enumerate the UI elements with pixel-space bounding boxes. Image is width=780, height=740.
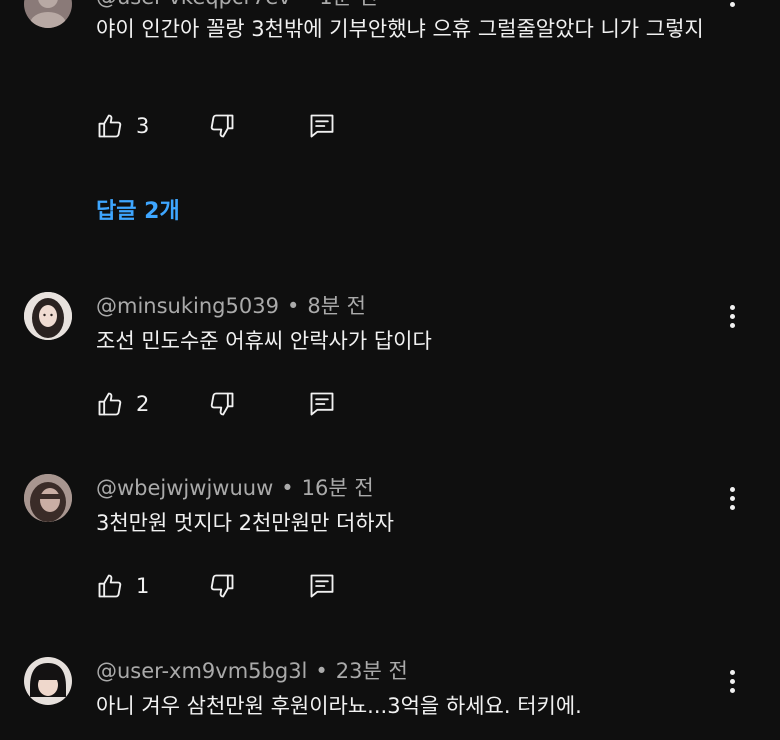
- thumbs-down-icon: [210, 114, 234, 138]
- more-vertical-icon[interactable]: [720, 303, 744, 333]
- thumbs-down-icon: [210, 392, 234, 416]
- reply-button[interactable]: [308, 111, 336, 141]
- thumbs-down-icon: [210, 574, 234, 598]
- author-name[interactable]: @minsuking5039: [96, 294, 279, 318]
- comment-meta: @user-xm9vm5bg3l • 23분 전: [96, 658, 408, 684]
- comment-time[interactable]: 8분 전: [307, 294, 366, 318]
- like-button[interactable]: 2: [96, 389, 149, 419]
- separator-dot: •: [299, 0, 311, 9]
- comment-actions: 3: [96, 111, 356, 141]
- author-name[interactable]: @user-vkeqpcr7ev: [96, 0, 291, 9]
- reply-button[interactable]: [308, 389, 336, 419]
- reply-button[interactable]: [308, 571, 336, 601]
- like-count: 3: [136, 114, 150, 138]
- comment-text: 3천만원 멋지다 2천만원만 더하자: [96, 511, 394, 535]
- comment-text: 조선 민도수준 어휴씨 안락사가 답이다: [96, 329, 432, 353]
- comment-time[interactable]: 1분 전: [319, 0, 378, 9]
- dislike-button[interactable]: [208, 571, 236, 601]
- author-name[interactable]: @wbejwjwjwuuw: [96, 476, 273, 500]
- comment-text: 아니 겨우 삼천만원 후원이라뇨...3억을 하세요. 터키에.: [96, 694, 582, 718]
- comment-text: 야이 인간아 꼴랑 3천밖에 기부안했냐 으휴 그럴줄알았다 니가 그렇지: [96, 17, 704, 41]
- reply-icon: [310, 392, 334, 416]
- dislike-button[interactable]: [208, 111, 236, 141]
- like-count: 2: [136, 392, 150, 416]
- comment-time[interactable]: 16분 전: [302, 476, 374, 500]
- comment-meta: @minsuking5039 • 8분 전: [96, 293, 366, 319]
- thumbs-up-icon: [98, 114, 122, 138]
- thumbs-up-icon: [98, 574, 122, 598]
- avatar[interactable]: [24, 292, 72, 340]
- more-vertical-icon[interactable]: [720, 0, 744, 16]
- separator-dot: •: [315, 659, 328, 683]
- dislike-button[interactable]: [208, 389, 236, 419]
- comment-meta: @wbejwjwjwuuw • 16분 전: [96, 475, 374, 501]
- separator-dot: •: [286, 294, 300, 318]
- thumbs-up-icon: [98, 392, 122, 416]
- more-vertical-icon[interactable]: [720, 668, 744, 698]
- avatar[interactable]: [24, 474, 72, 522]
- reply-icon: [310, 114, 334, 138]
- more-vertical-icon[interactable]: [720, 485, 744, 515]
- like-button[interactable]: 1: [96, 571, 149, 601]
- comment-actions: 2: [96, 389, 356, 419]
- avatar[interactable]: [24, 0, 72, 28]
- view-replies-link[interactable]: 답글 2개: [96, 193, 180, 225]
- comment-time[interactable]: 23분 전: [336, 659, 408, 683]
- separator-dot: •: [281, 476, 294, 500]
- reply-icon: [310, 574, 334, 598]
- author-name[interactable]: @user-xm9vm5bg3l: [96, 659, 307, 683]
- comment-actions: 1: [96, 571, 356, 601]
- avatar[interactable]: [24, 657, 72, 705]
- like-button[interactable]: 3: [96, 111, 149, 141]
- like-count: 1: [136, 574, 150, 598]
- comment-meta: @user-vkeqpcr7ev • 1분 전: [96, 0, 378, 10]
